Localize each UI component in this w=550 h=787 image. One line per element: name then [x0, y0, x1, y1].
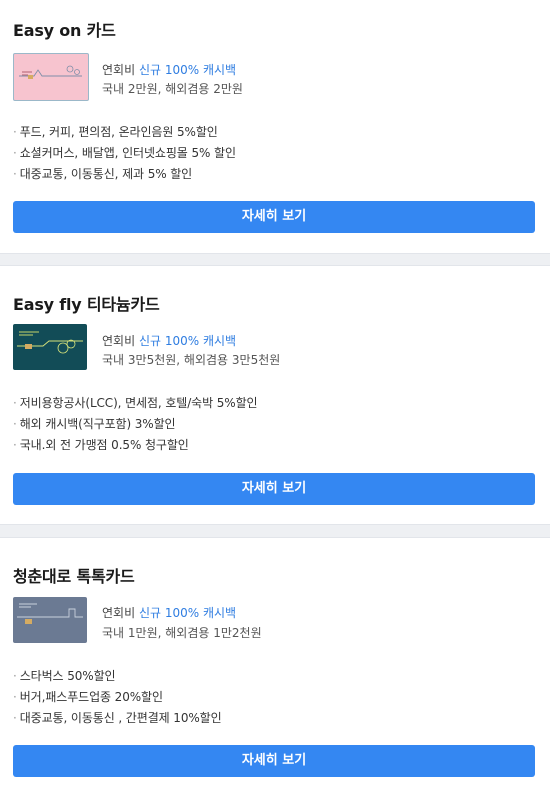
fee-label: 연회비: [102, 334, 139, 348]
benefit-text: 버거,패스푸드업종 20%할인: [19, 690, 163, 704]
benefit-item: · 대중교통, 이동통신, 제과 5% 할인: [13, 165, 192, 182]
bullet-icon: ·: [13, 125, 17, 139]
benefit-item: · 대중교통, 이동통신 , 간편결제 10%할인: [13, 709, 222, 726]
fee-highlight: 신규 100% 캐시백: [138, 334, 237, 348]
details-button[interactable]: 자세히 보기: [13, 473, 535, 505]
card-illustration-icon: [19, 65, 82, 79]
bullet-icon: ·: [13, 396, 17, 410]
fee-highlight: 신규 100% 캐시백: [138, 606, 237, 620]
bullet-icon: ·: [13, 690, 17, 704]
bullet-icon: ·: [13, 146, 17, 160]
fee-detail: 국내 1만원, 해외겸용 1만2천원: [102, 626, 262, 640]
fee-highlight: 신규 100% 캐시백: [138, 63, 237, 77]
benefit-item: · 쇼셜커머스, 배달앱, 인터넷쇼핑몰 5% 할인: [13, 144, 236, 161]
card-section-cheongchun: 청춘대로 톡톡카드 연회비 신규 100% 캐시백 국내 1만원, 해외겸용 1…: [0, 538, 550, 787]
benefit-item: · 저비용항공사(LCC), 면세점, 호텔/숙박 5%할인: [13, 394, 258, 411]
benefit-text: 저비용항공사(LCC), 면세점, 호텔/숙박 5%할인: [19, 396, 258, 410]
card-thumbnail[interactable]: [13, 597, 87, 643]
bullet-icon: ·: [13, 417, 17, 431]
bullet-icon: ·: [13, 669, 17, 683]
annual-fee-line: 연회비 신규 100% 캐시백: [102, 332, 236, 349]
card-title: 청춘대로 톡톡카드: [13, 567, 135, 586]
fee-label: 연회비: [102, 63, 139, 77]
bullet-icon: ·: [13, 438, 17, 452]
bullet-icon: ·: [13, 711, 17, 725]
benefit-item: · 버거,패스푸드업종 20%할인: [13, 688, 163, 705]
benefit-item: · 해외 캐시백(직구포함) 3%할인: [13, 415, 176, 432]
benefit-text: 쇼셜커머스, 배달앱, 인터넷쇼핑몰 5% 할인: [19, 146, 236, 160]
annual-fee-line: 연회비 신규 100% 캐시백: [102, 604, 236, 621]
card-section-easy-on: Easy on 카드 연회비 신규 100% 캐시백 국내 2만원, 해외겸용 …: [0, 0, 550, 253]
fee-detail: 국내 3만5천원, 해외겸용 3만5천원: [102, 353, 281, 367]
benefit-text: 국내.외 전 가맹점 0.5% 청구할인: [19, 438, 189, 452]
benefit-text: 푸드, 커피, 편의점, 온라인음원 5%할인: [19, 125, 218, 139]
benefit-text: 대중교통, 이동통신 , 간편결제 10%할인: [19, 711, 222, 725]
benefit-item: · 국내.외 전 가맹점 0.5% 청구할인: [13, 436, 189, 453]
fee-detail: 국내 2만원, 해외겸용 2만원: [102, 82, 243, 96]
card-illustration-icon: [17, 603, 83, 624]
annual-fee-line: 연회비 신규 100% 캐시백: [102, 61, 236, 78]
benefit-item: · 푸드, 커피, 편의점, 온라인음원 5%할인: [13, 123, 218, 140]
details-button[interactable]: 자세히 보기: [13, 201, 535, 233]
benefit-item: · 스타벅스 50%할인: [13, 667, 116, 684]
section-divider: [0, 524, 550, 538]
card-section-easy-fly: Easy fly 티타늄카드 연회비 신규 100% 캐시백 국내 3만5천원,…: [0, 266, 550, 524]
card-thumbnail[interactable]: [13, 53, 89, 101]
card-thumbnail[interactable]: [13, 324, 87, 370]
details-button[interactable]: 자세히 보기: [13, 745, 535, 777]
benefit-text: 해외 캐시백(직구포함) 3%할인: [19, 417, 176, 431]
card-illustration-icon: [17, 331, 83, 354]
card-title: Easy fly 티타늄카드: [13, 295, 160, 314]
card-title: Easy on 카드: [13, 21, 116, 40]
benefit-text: 대중교통, 이동통신, 제과 5% 할인: [19, 167, 193, 181]
benefit-text: 스타벅스 50%할인: [19, 669, 116, 683]
bullet-icon: ·: [13, 167, 17, 181]
fee-label: 연회비: [102, 606, 139, 620]
section-divider: [0, 253, 550, 266]
